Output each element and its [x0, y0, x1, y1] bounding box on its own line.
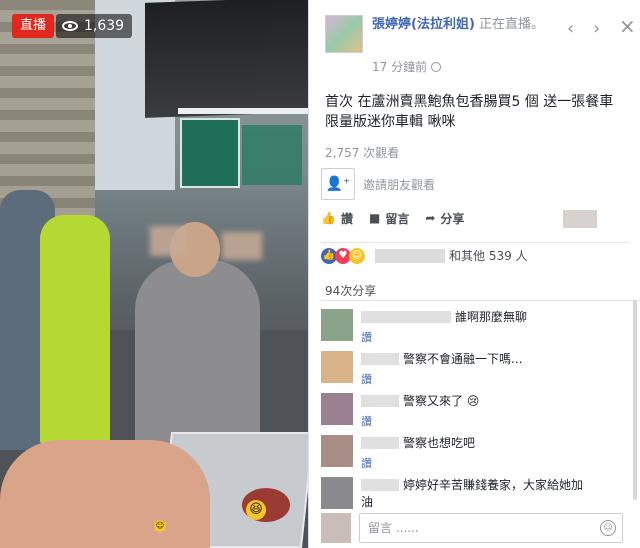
live-video-viewer: 直播 1,639 😆 ☺ 張婷婷(法拉利姐) 正在直播。 17 分鐘前 ‹ › …: [0, 0, 640, 548]
comment-text: 婷婷好辛苦賺錢養家，大家給她加: [403, 478, 584, 492]
comment-author-blur: [361, 395, 399, 407]
comment-text: 誰啊那麼無聊: [455, 310, 528, 324]
post-message: 首次 在蘆洲賣黑鮑魚包香腸買5 個 送一張餐車限量版迷你車輯 啾咪: [325, 94, 614, 130]
comment-item: 婷婷好辛苦賺錢養家，大家給她加 油: [321, 475, 640, 510]
blurred-avatar: [563, 210, 597, 228]
share-label: 分享: [440, 211, 465, 226]
close-icon[interactable]: ×: [619, 14, 636, 38]
comment-like-link[interactable]: 讚: [361, 455, 372, 471]
haha-reaction-icon: ☺: [349, 247, 365, 264]
chevron-left-icon[interactable]: ‹: [567, 18, 574, 39]
live-status-text: 正在直播。: [479, 17, 545, 32]
video-awning: [145, 0, 308, 118]
comment-author-blur: [361, 437, 399, 449]
comment-author-blur: [361, 479, 399, 491]
comment-author-blur: [361, 353, 399, 365]
comment-text: 警察不會通融一下嗎...: [403, 352, 523, 366]
comment-like-link[interactable]: 讚: [361, 329, 372, 345]
user-avatar: [321, 513, 351, 543]
like-button[interactable]: 👍 讚: [321, 210, 353, 227]
comment-label: 留言: [385, 211, 410, 226]
chevron-right-icon[interactable]: ›: [593, 18, 600, 39]
add-friend-button[interactable]: 👤⁺: [321, 168, 355, 200]
tag-friends-row: 👤⁺ 邀請朋友觀看: [321, 166, 629, 202]
comment-icon: ■: [368, 211, 381, 225]
comment-item: 警察又來了 😢 讚: [321, 391, 640, 433]
eye-icon: [62, 21, 78, 31]
comment-author-blur: [361, 311, 451, 323]
globe-icon: [431, 61, 442, 72]
video-awning-light: [178, 108, 308, 114]
comment-item: 警察不會通融一下嗎... 讚: [321, 349, 640, 391]
thumbs-up-icon: 👍: [321, 211, 336, 225]
comment-like-link[interactable]: 讚: [361, 413, 372, 429]
live-video-player[interactable]: 直播 1,639 😆 ☺: [0, 0, 308, 548]
comment-avatar[interactable]: [321, 477, 353, 509]
comment-scrollbar[interactable]: [633, 300, 637, 500]
view-count: 2,757 次觀看: [325, 146, 400, 160]
post-time-row: 17 分鐘前: [372, 58, 442, 75]
reactions-others[interactable]: 和其他 539 人: [449, 247, 528, 264]
tag-friends-text[interactable]: 邀請朋友觀看: [363, 176, 435, 193]
live-badge: 直播: [12, 14, 55, 38]
comment-item: 警察也想吃吧 讚: [321, 433, 640, 475]
comment-button[interactable]: ■ 留言: [369, 210, 409, 227]
page-avatar[interactable]: [325, 15, 363, 53]
post-time[interactable]: 17 分鐘前: [372, 58, 427, 75]
video-arm: [0, 440, 210, 548]
comment-text-continued: 油: [361, 495, 374, 509]
blurred-names: [375, 248, 445, 263]
reactions-summary[interactable]: 👍 ♥ ☺ 和其他 539 人: [321, 242, 629, 264]
comment-composer: 留言 ...... ☺: [321, 512, 633, 544]
smile-reaction-icon: ☺: [154, 520, 166, 532]
comment-text: 警察又來了 😢: [403, 394, 480, 408]
comment-placeholder: 留言 ......: [368, 521, 419, 535]
comment-avatar[interactable]: [321, 393, 353, 425]
share-arrow-icon: ➦: [425, 211, 436, 225]
viewer-count: 1,639: [84, 18, 125, 34]
share-count[interactable]: 94次分享: [325, 282, 376, 299]
video-police-officer-vest: [40, 215, 110, 445]
post-header: 張婷婷(法拉利姐) 正在直播。: [372, 15, 572, 34]
emoji-icon[interactable]: ☺: [600, 520, 616, 536]
share-button[interactable]: ➦ 分享: [425, 210, 464, 227]
video-face-blur: [222, 232, 262, 260]
comment-avatar[interactable]: [321, 351, 353, 383]
comment-item: 誰啊那麼無聊 讚: [321, 307, 640, 349]
comment-input[interactable]: 留言 ...... ☺: [359, 513, 623, 543]
video-shop-sign-2: [242, 125, 302, 185]
video-shop-sign: [180, 118, 240, 188]
page-name-link[interactable]: 張婷婷(法拉利姐): [372, 17, 475, 32]
like-label: 讚: [340, 211, 353, 226]
comment-avatar[interactable]: [321, 435, 353, 467]
viewer-count-pill: 1,639: [56, 14, 133, 38]
comment-avatar[interactable]: [321, 309, 353, 341]
post-side-panel: 張婷婷(法拉利姐) 正在直播。 17 分鐘前 ‹ › × 首次 在蘆洲賣黑鮑魚包…: [308, 0, 640, 548]
comment-list: 誰啊那麼無聊 讚 警察不會通融一下嗎... 讚 警察又來了 😢 讚 警察也想吃吧…: [321, 300, 640, 510]
laugh-reaction-icon: 😆: [246, 500, 266, 520]
video-face-blur: [150, 226, 186, 256]
comment-text: 警察也想吃吧: [403, 436, 476, 450]
comment-like-link[interactable]: 讚: [361, 371, 372, 387]
